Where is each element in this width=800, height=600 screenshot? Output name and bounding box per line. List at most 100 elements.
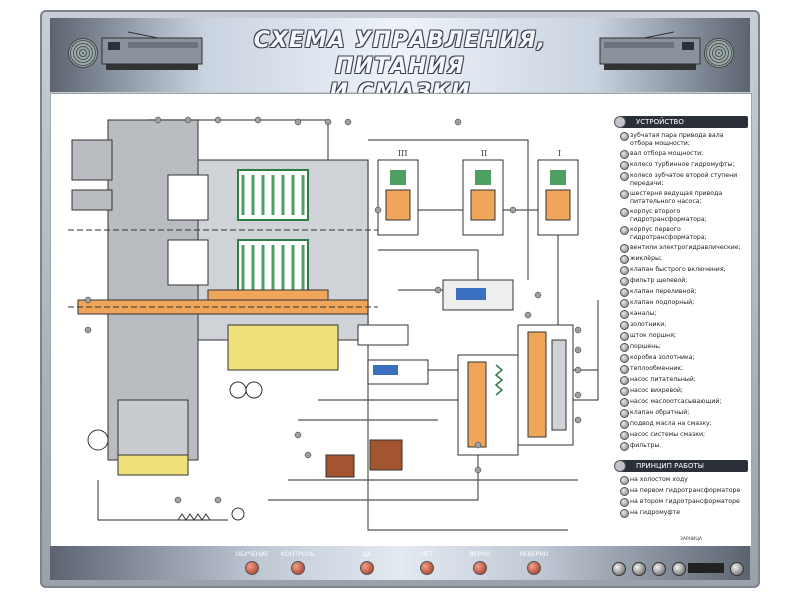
device-item[interactable]: шестерня ведущая привода питательного на… xyxy=(620,190,748,205)
bullet-icon xyxy=(620,244,629,253)
quick-valve-spool xyxy=(456,288,486,300)
bullet-icon xyxy=(620,332,629,341)
valve-label-ii: II xyxy=(481,149,487,158)
device-item[interactable]: золотники; xyxy=(620,321,748,330)
device-item-label: клапан обратный; xyxy=(630,409,690,416)
principle-item[interactable]: на втором гидротрансформаторе xyxy=(620,498,748,507)
device-item[interactable]: корпус первого гидротрансформатора; xyxy=(620,226,748,241)
device-item[interactable]: коробка золотника; xyxy=(620,354,748,363)
device-item-label: каналы; xyxy=(630,310,657,317)
footer-button[interactable]: ДА xyxy=(337,551,397,575)
device-item[interactable]: вал отбора мощности; xyxy=(620,150,748,159)
bullet-icon xyxy=(620,288,629,297)
bullet-icon xyxy=(620,266,629,275)
footer-button[interactable]: КОНТРОЛЬ xyxy=(268,551,328,575)
oil-reservoir xyxy=(227,324,339,371)
device-item-label: корпус второго гидротрансформатора; xyxy=(630,208,707,223)
lube-pump-icon xyxy=(231,507,245,521)
bullet-icon xyxy=(620,208,629,217)
power-button[interactable] xyxy=(730,562,744,576)
round-button-4[interactable] xyxy=(672,562,686,576)
bullet-icon xyxy=(620,161,629,170)
device-item-label: теплообменник; xyxy=(630,365,684,372)
bullet-icon xyxy=(620,431,629,440)
round-button-3[interactable] xyxy=(652,562,666,576)
round-button-2[interactable] xyxy=(632,562,646,576)
bullet-icon xyxy=(620,255,629,264)
speaker-right-icon xyxy=(704,38,734,68)
bullet-icon xyxy=(620,354,629,363)
device-item[interactable]: подвод масла на смазку; xyxy=(620,420,748,429)
bullet-icon xyxy=(620,409,629,418)
device-item-label: золотники; xyxy=(630,321,667,328)
footer-button[interactable]: ВЕРНО xyxy=(450,551,510,575)
footer-button-label: ВЕРНО xyxy=(469,551,491,558)
valve-ii xyxy=(462,159,504,236)
principle-list: на холостом ходу на первом гидротрансформ… xyxy=(620,476,748,518)
heat-exchanger xyxy=(369,439,403,471)
button-knob-icon xyxy=(360,561,374,575)
device-item[interactable]: шток поршня; xyxy=(620,332,748,341)
round-button-1[interactable] xyxy=(612,562,626,576)
bullet-icon xyxy=(620,487,629,496)
footer-button-label: НЕТ xyxy=(421,551,433,558)
device-item[interactable]: клапан подпорный; xyxy=(620,299,748,308)
device-item-label: насос системы смазки; xyxy=(630,431,706,438)
bullet-icon xyxy=(620,498,629,507)
footer-button[interactable]: НЕТ xyxy=(397,551,457,575)
device-item[interactable]: насос вихревой; xyxy=(620,387,748,396)
device-item[interactable]: фильтр щелевой; xyxy=(620,277,748,286)
bullet-icon xyxy=(620,150,629,159)
principle-item-label: на холостом ходу xyxy=(630,476,688,483)
device-item[interactable]: зубчатая пара привода вала отбора мощнос… xyxy=(620,132,748,147)
hydraulic-schematic: III II I xyxy=(68,116,599,531)
device-section-title: УСТРОЙСТВО xyxy=(614,116,748,128)
device-item-label: колесо турбинное гидромуфты; xyxy=(630,161,735,168)
device-item-label: зубчатая пара привода вала отбора мощнос… xyxy=(630,132,724,147)
spool-box-right xyxy=(517,324,574,446)
device-item-label: насос питательный; xyxy=(630,376,696,383)
device-item[interactable]: теплообменник; xyxy=(620,365,748,374)
device-item[interactable]: поршень; xyxy=(620,343,748,352)
device-item[interactable]: насос маслоотсасывающий; xyxy=(620,398,748,407)
device-item-label: коробка золотника; xyxy=(630,354,695,361)
button-knob-icon xyxy=(420,561,434,575)
locomotive-right-icon xyxy=(599,31,701,70)
device-item-label: клапан быстрого включения; xyxy=(630,266,726,273)
principle-item[interactable]: на холостом ходу xyxy=(620,476,748,485)
principle-item[interactable]: на гидромуфте xyxy=(620,509,748,518)
device-item[interactable]: клапан переливной; xyxy=(620,288,748,297)
footer-button-label: НЕВЕРНО xyxy=(519,551,549,558)
device-item-label: шток поршня; xyxy=(630,332,677,339)
device-item[interactable]: колесо турбинное гидромуфты; xyxy=(620,161,748,170)
principle-item[interactable]: на первом гидротрансформаторе xyxy=(620,487,748,496)
device-item-label: колесо зубчатое второй ступени передачи; xyxy=(630,172,738,187)
bullet-icon xyxy=(620,277,629,286)
device-item[interactable]: фильтры. xyxy=(620,442,748,451)
device-item-label: вал отбора мощности; xyxy=(630,150,704,157)
button-knob-icon xyxy=(527,561,541,575)
button-knob-icon xyxy=(291,561,305,575)
valve-i xyxy=(537,159,579,236)
device-item[interactable]: насос системы смазки; xyxy=(620,431,748,440)
device-item[interactable]: корпус второго гидротрансформатора; xyxy=(620,208,748,223)
footer-button[interactable]: НЕВЕРНО xyxy=(504,551,564,575)
bypass-valve xyxy=(357,324,409,346)
speaker-left-icon xyxy=(68,38,98,68)
lower-housing xyxy=(117,399,189,461)
device-item-label: жиклёры; xyxy=(630,255,662,262)
device-item[interactable]: вентили электрогидравлические; xyxy=(620,244,748,253)
fluid-coupling-2 xyxy=(167,239,209,286)
device-item[interactable]: каналы; xyxy=(620,310,748,319)
bullet-icon xyxy=(620,310,629,319)
footer-button-label: КОНТРОЛЬ xyxy=(280,551,316,558)
button-knob-icon xyxy=(473,561,487,575)
device-item[interactable]: колесо зубчатое второй ступени передачи; xyxy=(620,172,748,187)
device-item[interactable]: жиклёры; xyxy=(620,255,748,264)
bullet-icon xyxy=(620,442,629,451)
gauge-icon xyxy=(87,429,109,451)
device-item[interactable]: клапан быстрого включения; xyxy=(620,266,748,275)
locomotive-left-icon xyxy=(101,31,203,70)
device-item[interactable]: клапан обратный; xyxy=(620,409,748,418)
device-item[interactable]: насос питательный; xyxy=(620,376,748,385)
